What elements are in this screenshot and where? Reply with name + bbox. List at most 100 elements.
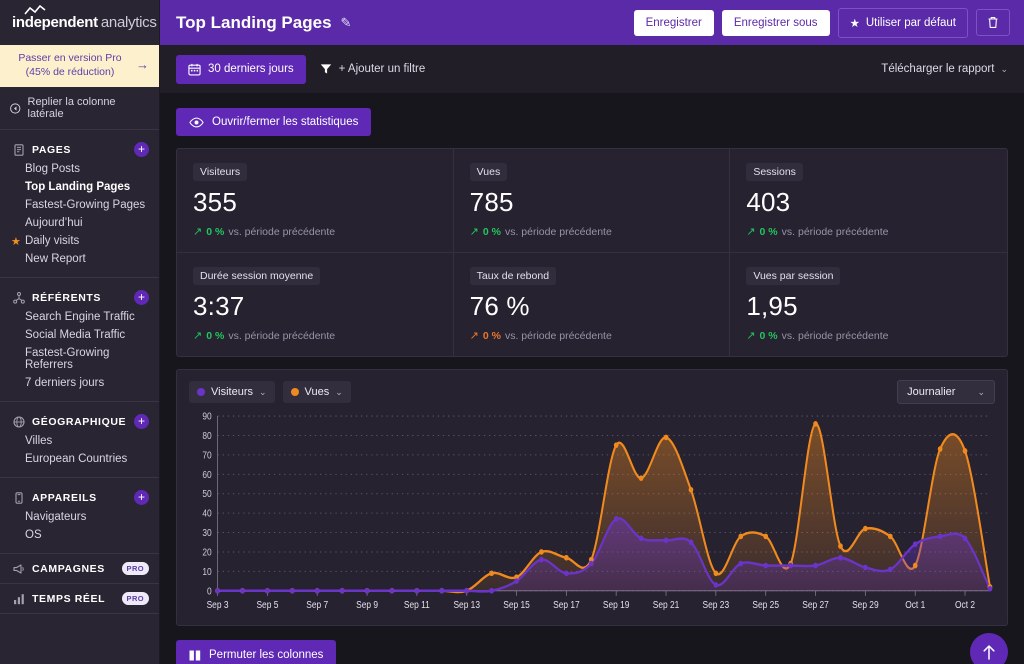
delete-report-button[interactable] xyxy=(976,9,1010,36)
data-point[interactable] xyxy=(863,525,868,532)
data-point[interactable] xyxy=(937,446,943,452)
data-point[interactable] xyxy=(464,587,470,594)
stat-delta: ↗ 0 % vs. période précédente xyxy=(193,225,437,239)
toggle-stats-button[interactable]: Ouvrir/fermer les statistiques xyxy=(176,108,372,136)
device-icon xyxy=(14,492,23,504)
sidebar-group-pages: PAGES + Blog Posts Top Landing Pages Fastest… xyxy=(0,130,159,279)
data-point[interactable] xyxy=(713,570,719,577)
granularity-select[interactable]: Journalier ⌄ xyxy=(897,380,995,404)
swap-columns-button[interactable]: Permuter les colonnes xyxy=(176,640,337,664)
data-point[interactable] xyxy=(240,587,245,594)
add-report-button[interactable]: + xyxy=(134,490,149,506)
sidebar-item-fastest-growing-referrers[interactable]: Fastest-Growing Referrers xyxy=(0,344,159,374)
add-report-button[interactable]: + xyxy=(134,290,149,306)
data-point[interactable] xyxy=(887,533,893,540)
data-point[interactable] xyxy=(887,566,893,573)
upgrade-pro-banner[interactable]: Passer en version Pro (45% de réduction)… xyxy=(0,45,159,88)
add-report-button[interactable]: + xyxy=(134,414,149,430)
scroll-to-top-button[interactable] xyxy=(970,633,1008,664)
sidebar-item-os[interactable]: OS xyxy=(0,526,159,544)
data-point[interactable] xyxy=(763,562,769,569)
data-point[interactable] xyxy=(564,570,569,577)
data-point[interactable] xyxy=(937,533,943,540)
save-button[interactable]: Enregistrer xyxy=(633,9,714,36)
data-point[interactable] xyxy=(763,533,769,540)
data-point[interactable] xyxy=(713,582,719,588)
legend-chip-vues[interactable]: Vues ⌄ xyxy=(282,381,351,403)
sidebar-group-header[interactable]: RÉFÉRENTS + xyxy=(0,287,159,308)
add-filter-button[interactable]: + Ajouter un filtre xyxy=(320,63,425,75)
data-point[interactable] xyxy=(588,560,594,567)
data-point[interactable] xyxy=(539,556,544,563)
data-point[interactable] xyxy=(788,562,793,569)
sidebar-item-new-report[interactable]: New Report xyxy=(0,250,159,268)
set-default-button[interactable]: ★ Utiliser par défaut xyxy=(837,7,968,38)
sidebar-item-social-media-traffic[interactable]: Social Media Traffic xyxy=(0,326,159,344)
data-point[interactable] xyxy=(514,578,519,584)
sidebar-group-header[interactable]: GÉOGRAPHIQUE + xyxy=(0,411,159,432)
collapse-sidebar-button[interactable]: Replier la colonne latérale xyxy=(0,87,159,131)
data-point[interactable] xyxy=(215,587,220,594)
data-point[interactable] xyxy=(265,587,270,594)
data-point[interactable] xyxy=(688,486,694,493)
globe-icon xyxy=(12,415,25,428)
data-point[interactable] xyxy=(539,549,544,555)
data-point[interactable] xyxy=(314,587,320,594)
data-point[interactable] xyxy=(339,587,345,594)
date-range-button[interactable]: 30 derniers jours xyxy=(176,54,306,84)
pencil-icon[interactable]: ✎ xyxy=(341,15,352,31)
data-point[interactable] xyxy=(863,564,868,571)
sidebar-group-header[interactable]: CAMPAGNES PRO xyxy=(0,561,159,576)
chart-panel: Visiteurs ⌄ Vues ⌄ Journalier ⌄ 0 10 20 … xyxy=(176,369,1008,626)
sidebar-item-navigateurs[interactable]: Navigateurs xyxy=(0,508,159,526)
data-point[interactable] xyxy=(564,554,569,561)
download-report-button[interactable]: Télécharger le rapport ⌄ xyxy=(881,63,1008,75)
data-point[interactable] xyxy=(688,539,694,546)
data-point[interactable] xyxy=(912,541,918,547)
sidebar-group-header[interactable]: APPAREILS + xyxy=(0,487,159,508)
data-point[interactable] xyxy=(439,587,445,594)
data-point[interactable] xyxy=(738,533,744,540)
sidebar-item-daily-visits[interactable]: ★ Daily visits xyxy=(0,232,159,250)
sidebar-item-7-derniers-jours[interactable]: 7 derniers jours xyxy=(0,374,159,392)
save-as-button[interactable]: Enregistrer sous xyxy=(721,9,830,36)
brand-logo[interactable]: independent analytics xyxy=(0,0,159,45)
data-point[interactable] xyxy=(987,585,993,592)
data-point[interactable] xyxy=(289,587,295,594)
data-point[interactable] xyxy=(364,587,370,594)
data-point[interactable] xyxy=(414,587,420,594)
data-point[interactable] xyxy=(838,543,843,549)
arrow-up-icon xyxy=(983,645,995,660)
data-point[interactable] xyxy=(962,535,968,542)
data-point[interactable] xyxy=(613,516,619,522)
y-axis-tick-label: 10 xyxy=(202,566,211,577)
data-point[interactable] xyxy=(738,560,744,567)
sidebar-item-aujourd-hui[interactable]: Aujourd’hui xyxy=(0,214,159,232)
timeseries-area-chart[interactable]: 0 10 20 30 40 50 60 70 80 90 Sep 3 Sep 5 Sep 7 Sep 9 S… xyxy=(189,410,995,617)
sidebar-item-european-countries[interactable]: European Countries xyxy=(0,450,159,468)
data-point[interactable] xyxy=(638,475,644,481)
data-point[interactable] xyxy=(638,535,644,542)
sidebar-item-top-landing-pages[interactable]: Top Landing Pages xyxy=(0,178,159,196)
sidebar-item-search-engine-traffic[interactable]: Search Engine Traffic xyxy=(0,308,159,326)
sidebar-item-villes[interactable]: Villes xyxy=(0,432,159,450)
data-point[interactable] xyxy=(813,420,818,427)
data-point[interactable] xyxy=(813,562,818,569)
data-point[interactable] xyxy=(663,434,669,441)
data-point[interactable] xyxy=(962,448,968,454)
sidebar-item-fastest-growing-pages[interactable]: Fastest-Growing Pages xyxy=(0,196,159,214)
data-point[interactable] xyxy=(663,537,669,544)
data-point[interactable] xyxy=(489,570,494,577)
legend-chip-visiteurs[interactable]: Visiteurs ⌄ xyxy=(189,381,275,403)
data-point[interactable] xyxy=(613,442,619,448)
sidebar-group-header[interactable]: PAGES + xyxy=(0,139,159,160)
sidebar-item-blog-posts[interactable]: Blog Posts xyxy=(0,160,159,178)
data-point[interactable] xyxy=(838,554,843,561)
data-point[interactable] xyxy=(389,587,395,594)
sidebar-group-header[interactable]: TEMPS RÉEL PRO xyxy=(0,591,159,606)
trend-arrow-icon: ↗ xyxy=(193,226,203,238)
data-point[interactable] xyxy=(912,562,918,569)
add-report-button[interactable]: + xyxy=(134,142,149,158)
data-point[interactable] xyxy=(489,587,494,594)
sidebar-item-label: European Countries xyxy=(25,453,128,466)
